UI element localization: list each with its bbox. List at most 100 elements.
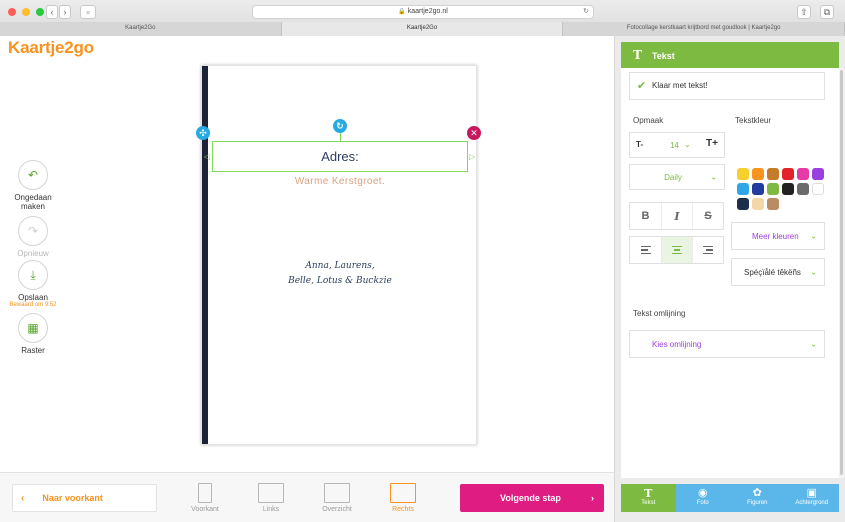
grid-icon: ▦ [18,313,48,343]
grid-label: Raster [21,346,45,355]
panel-body: ✔ Klaar met tekst! Opmaak Tekstkleur T- … [621,68,839,478]
footer-tab-label: Tekst [641,500,656,506]
resize-left-icon[interactable]: ◁ [204,152,210,161]
align-right-button[interactable] [692,237,723,263]
greeting-text[interactable]: Warme Kerstgroet. [202,176,478,187]
rotate-handle-icon[interactable]: ↻ [333,119,347,133]
move-handle-icon[interactable]: ✣ [196,126,210,140]
align-center-icon [672,244,682,257]
done-with-text-button[interactable]: ✔ Klaar met tekst! [629,72,825,100]
format-label: Opmaak [633,116,664,125]
font-size-increase-button[interactable]: T+ [706,138,718,149]
shapes-icon: ✿ [752,487,762,499]
text-color-label: Tekstkleur [735,116,772,125]
footer-tab-background[interactable]: ▣ Achtergrond [784,484,839,512]
share-icon[interactable]: ⇧ [797,5,811,19]
chevron-left-icon: ‹ [21,492,25,504]
italic-button[interactable]: I [661,203,692,229]
forward-icon[interactable]: › [59,5,71,19]
color-swatch[interactable] [737,168,749,180]
card-fold-edge [202,66,208,444]
rotate-connector [340,133,341,141]
address-bar[interactable]: 🔒 kaartje2go.nl ↻ [252,5,594,19]
more-colors-select[interactable]: Meer kleuren ⌄ [731,222,825,250]
download-icon: ⤓ [18,260,48,290]
resize-right-icon[interactable]: ▷ [469,152,475,161]
color-swatch[interactable] [797,168,809,180]
text-panel: T Tekst ✔ Klaar met tekst! Opmaak Tekstkl… [614,36,845,522]
browser-tab[interactable]: Fotocollage kerstkaart krijtbord met gou… [563,22,845,36]
color-swatch[interactable] [752,183,764,195]
chevron-down-icon[interactable]: ⌄ [684,140,691,149]
address-textbox[interactable]: Adres: [212,141,468,172]
close-window-button[interactable] [8,8,16,16]
view-tab-right[interactable]: Rechts [378,483,428,513]
special-characters-label: Spéçïålé têkëñs [744,268,801,277]
view-tab-left[interactable]: Links [246,483,296,513]
signature-line-1[interactable]: Anna, Laurens, [202,261,478,271]
chevron-down-icon: ⌄ [710,172,717,182]
chevron-down-icon: ⌄ [810,339,817,349]
save-label: Opslaan [18,293,48,302]
back-icon[interactable]: ‹ [46,5,58,19]
zoom-window-button[interactable] [36,8,44,16]
view-tab-front[interactable]: Voorkant [180,483,230,513]
color-swatch[interactable] [767,168,779,180]
bold-button[interactable]: B [630,203,661,229]
color-swatch[interactable] [782,168,794,180]
font-select[interactable]: Daily ⌄ [629,164,725,190]
footer-tab-text[interactable]: T Tekst [621,484,676,512]
redo-button[interactable]: ↷ Opnieuw [4,216,62,258]
font-size-control: T- 14 ⌄ T+ [629,132,725,158]
saved-timestamp: Bewaard om 9:52 [9,302,57,308]
scrollbar-thumb[interactable] [840,70,843,475]
minimize-window-button[interactable] [22,8,30,16]
color-swatch[interactable] [797,183,809,195]
chevron-down-icon: ⌄ [810,267,817,277]
color-swatch[interactable] [752,168,764,180]
card-inside-right[interactable]: Adres: ✣ ↻ ✕ ◁ ▷ Warme Kerstgroet. Anna,… [196,65,481,445]
panel-footer-tabs: T Tekst ◉ Foto ✿ Figuren ▣ Achtergrond [621,484,839,512]
save-button[interactable]: ⤓ Opslaan Bewaard om 9:52 [4,260,62,308]
camera-icon: ◉ [697,487,708,499]
color-swatch[interactable] [737,198,749,210]
align-center-button[interactable] [661,237,692,263]
sidebar-toggle-icon[interactable]: ▫ [80,5,96,19]
text-align-buttons [629,236,724,264]
logo[interactable]: Kaartje2go [8,38,94,58]
view-tab-overview[interactable]: Overzicht [312,483,362,513]
align-right-icon [703,244,713,257]
font-size-value[interactable]: 14 [670,141,679,150]
color-swatch[interactable] [767,198,779,210]
browser-tab-active[interactable]: Kaartje2Go [281,22,564,36]
special-characters-select[interactable]: Spéçïålé têkëñs ⌄ [731,258,825,286]
browser-tab[interactable]: Kaartje2Go [0,22,282,36]
color-swatch[interactable] [767,183,779,195]
align-left-button[interactable] [630,237,661,263]
delete-handle-icon[interactable]: ✕ [467,126,481,140]
footer-tab-photo[interactable]: ◉ Foto [675,484,730,512]
footer-tab-shapes[interactable]: ✿ Figuren [730,484,785,512]
signature-line-2[interactable]: Belle, Lotus & Buckzie [202,276,478,286]
strikethrough-button[interactable]: S [692,203,723,229]
color-swatch[interactable] [782,183,794,195]
font-size-decrease-button[interactable]: T- [636,140,643,149]
redo-label: Opnieuw [17,249,49,258]
tabs-overview-icon[interactable]: ⧉ [820,5,834,19]
reload-icon[interactable]: ↻ [583,6,589,18]
color-swatch[interactable] [737,183,749,195]
color-swatch[interactable] [812,168,824,180]
chevron-right-icon: › [591,493,594,503]
color-swatch[interactable] [812,183,824,195]
bottom-navigation: ‹ Naar voorkant Voorkant Links Overzicht… [0,472,614,522]
undo-button[interactable]: ↶ Ongedaan maken [4,160,62,211]
color-swatch[interactable] [752,198,764,210]
panel-scrollbar[interactable] [839,68,844,478]
footer-tab-label: Foto [696,500,709,506]
grid-button[interactable]: ▦ Raster [4,313,62,355]
next-step-button[interactable]: Volgende stap › [460,484,604,512]
outline-select[interactable]: Kies omlijning ⌄ [629,330,825,358]
previous-step-button[interactable]: ‹ Naar voorkant [12,484,157,512]
panel-header: T Tekst [621,42,839,68]
tab-bar: Kaartje2Go Kaartje2Go Fotocollage kerstk… [0,22,845,36]
